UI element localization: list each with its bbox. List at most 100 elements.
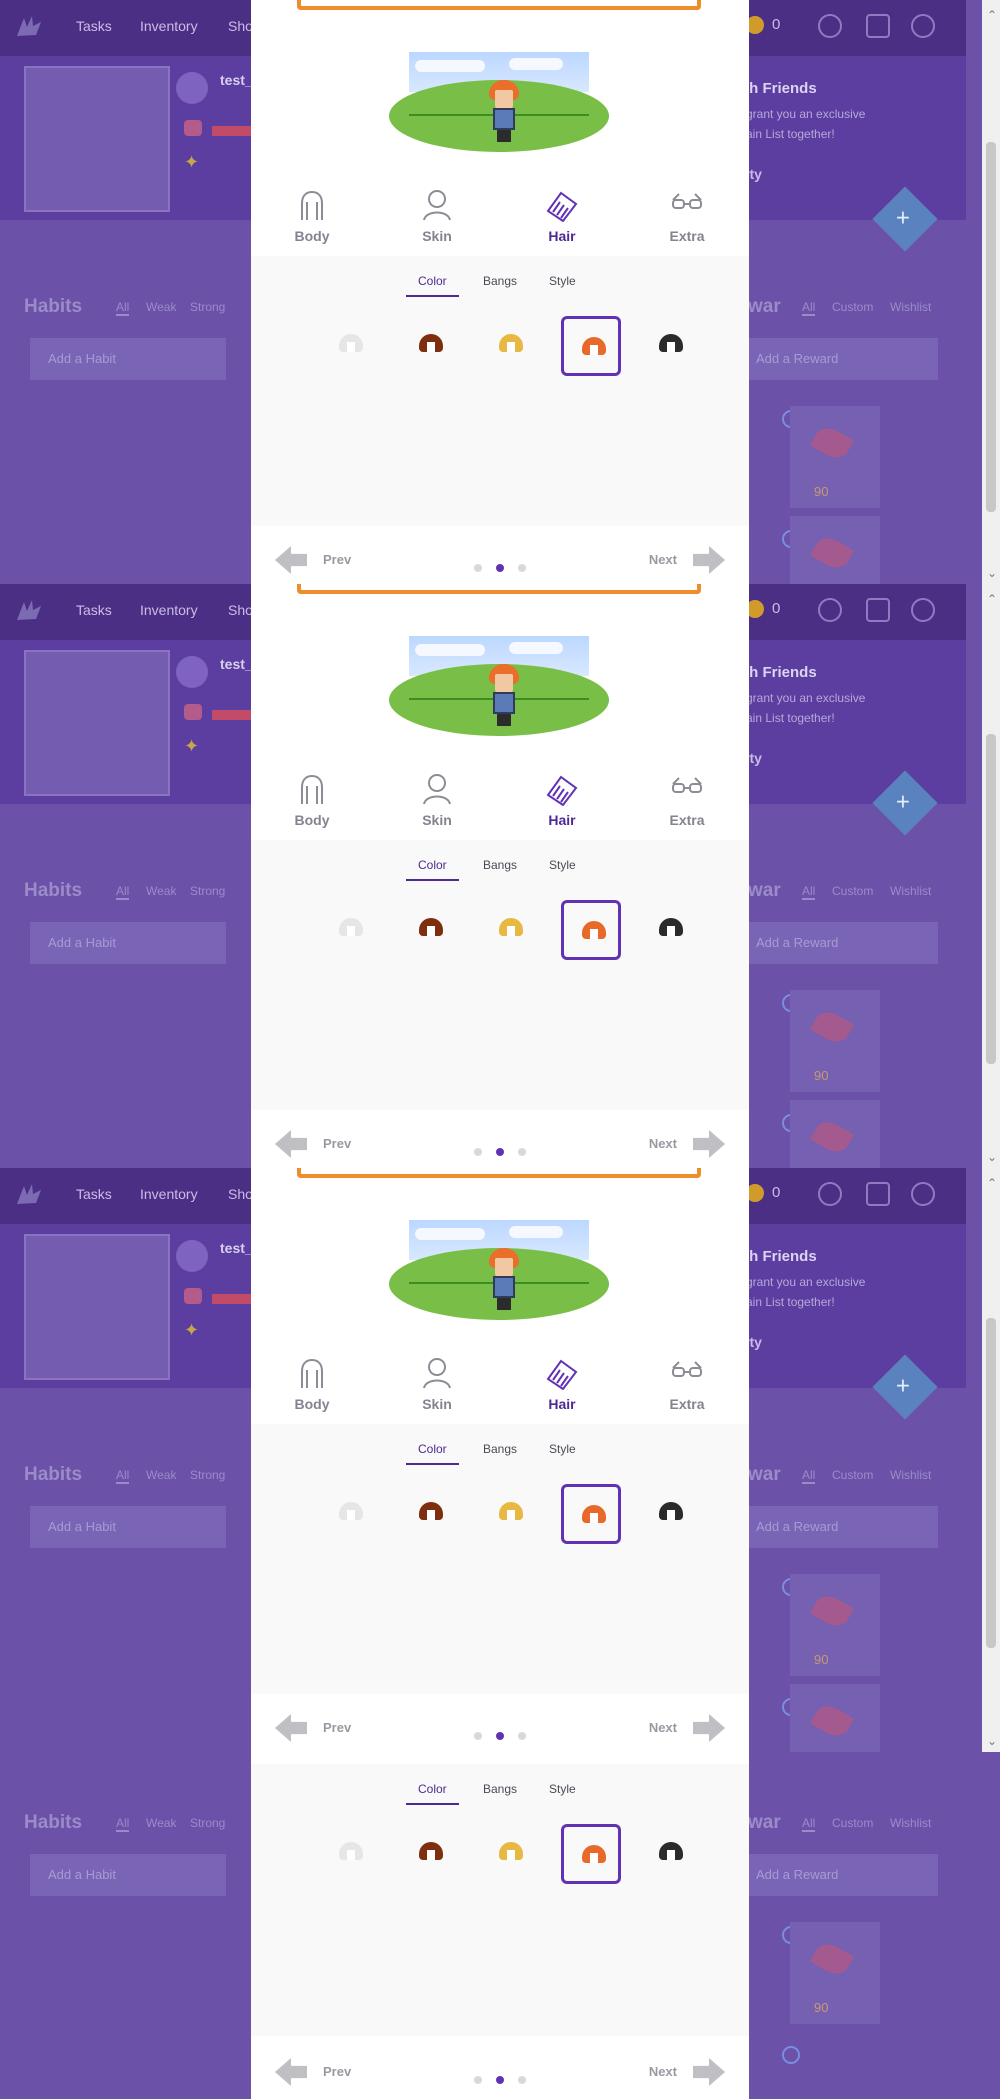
- hair-color-blond[interactable]: [481, 900, 541, 960]
- next-arrow-icon[interactable]: [693, 1130, 725, 1158]
- hair-color-white[interactable]: [321, 1824, 381, 1884]
- habits-filter-all[interactable]: All: [116, 1816, 130, 1832]
- sync-icon[interactable]: [818, 598, 842, 622]
- hair-color-brown[interactable]: [401, 1484, 461, 1544]
- nav-inventory[interactable]: Inventory: [140, 602, 198, 618]
- reward-card[interactable]: 90: [790, 406, 880, 508]
- rewards-filter-custom[interactable]: Custom: [832, 1816, 873, 1830]
- tab-extra[interactable]: Extra: [642, 182, 732, 254]
- hair-color-black[interactable]: [641, 316, 701, 376]
- hair-color-brown[interactable]: [401, 1824, 461, 1884]
- next-arrow-icon[interactable]: [693, 546, 725, 574]
- habits-filter-all[interactable]: All: [116, 884, 130, 900]
- scrollbar-thumb[interactable]: [986, 142, 996, 512]
- hair-color-red[interactable]: [561, 900, 621, 960]
- add-habit-input[interactable]: Add a Habit: [30, 338, 226, 380]
- rewards-filter-wishlist[interactable]: Wishlist: [890, 300, 931, 314]
- rewards-filter-all[interactable]: All: [802, 1816, 816, 1832]
- tab-skin[interactable]: Skin: [392, 1350, 482, 1422]
- next-arrow-icon[interactable]: [693, 1714, 725, 1742]
- hair-color-blond[interactable]: [481, 316, 541, 376]
- scroll-up-icon[interactable]: ⌃: [987, 592, 997, 606]
- rewards-filter-wishlist[interactable]: Wishlist: [890, 884, 931, 898]
- nav-inventory[interactable]: Inventory: [140, 18, 198, 34]
- tab-extra[interactable]: Extra: [642, 1350, 732, 1422]
- prev-button[interactable]: Prev: [323, 552, 351, 567]
- prev-button[interactable]: Prev: [323, 2064, 351, 2079]
- sync-icon[interactable]: [818, 1182, 842, 1206]
- add-habit-input[interactable]: Add a Habit: [30, 1506, 226, 1548]
- reward-card[interactable]: 90: [790, 1574, 880, 1676]
- subtab-style[interactable]: Style: [549, 1442, 576, 1456]
- hair-color-red[interactable]: [561, 1824, 621, 1884]
- habits-filter-strong[interactable]: Strong: [190, 1468, 225, 1482]
- prev-button[interactable]: Prev: [323, 1136, 351, 1151]
- reward-card[interactable]: 90: [790, 1100, 880, 1168]
- sync-icon[interactable]: [818, 14, 842, 38]
- habits-filter-weak[interactable]: Weak: [146, 884, 176, 898]
- next-button[interactable]: Next: [649, 1720, 677, 1735]
- tab-skin[interactable]: Skin: [392, 766, 482, 838]
- habitica-logo-icon[interactable]: [14, 1182, 44, 1210]
- hair-color-brown[interactable]: [401, 316, 461, 376]
- add-reward-input[interactable]: Add a Reward: [742, 338, 938, 380]
- next-button[interactable]: Next: [649, 1136, 677, 1151]
- rewards-filter-all[interactable]: All: [802, 884, 816, 900]
- tab-body[interactable]: Body: [267, 1350, 357, 1422]
- rewards-filter-custom[interactable]: Custom: [832, 300, 873, 314]
- habits-filter-weak[interactable]: Weak: [146, 1468, 176, 1482]
- nav-tasks[interactable]: Tasks: [76, 602, 112, 618]
- subtab-bangs[interactable]: Bangs: [483, 274, 517, 288]
- reward-card[interactable]: 90: [790, 990, 880, 1092]
- next-button[interactable]: Next: [649, 552, 677, 567]
- nav-shop[interactable]: Sho: [228, 1186, 253, 1202]
- add-habit-input[interactable]: Add a Habit: [30, 922, 226, 964]
- subtab-style[interactable]: Style: [549, 1782, 576, 1796]
- habits-filter-all[interactable]: All: [116, 300, 130, 316]
- subtab-style[interactable]: Style: [549, 274, 576, 288]
- messages-icon[interactable]: [866, 1182, 890, 1206]
- rewards-filter-custom[interactable]: Custom: [832, 884, 873, 898]
- habits-filter-weak[interactable]: Weak: [146, 1816, 176, 1830]
- tab-extra[interactable]: Extra: [642, 766, 732, 838]
- rewards-filter-wishlist[interactable]: Wishlist: [890, 1816, 931, 1830]
- add-habit-input[interactable]: Add a Habit: [30, 1854, 226, 1896]
- prev-arrow-icon[interactable]: [275, 1714, 307, 1742]
- messages-icon[interactable]: [866, 14, 890, 38]
- scroll-down-icon[interactable]: ⌄: [987, 566, 997, 580]
- subtab-color[interactable]: Color: [406, 858, 459, 881]
- scrollbar-thumb[interactable]: [986, 1318, 996, 1648]
- nav-tasks[interactable]: Tasks: [76, 1186, 112, 1202]
- subtab-bangs[interactable]: Bangs: [483, 1442, 517, 1456]
- prev-arrow-icon[interactable]: [275, 1130, 307, 1158]
- prev-arrow-icon[interactable]: [275, 546, 307, 574]
- nav-shop[interactable]: Sho: [228, 18, 253, 34]
- scroll-up-icon[interactable]: ⌃: [987, 8, 997, 22]
- subtab-color[interactable]: Color: [406, 274, 459, 297]
- avatar-box[interactable]: [24, 650, 170, 796]
- hair-color-white[interactable]: [321, 1484, 381, 1544]
- habits-filter-strong[interactable]: Strong: [190, 884, 225, 898]
- nav-inventory[interactable]: Inventory: [140, 1186, 198, 1202]
- hair-color-brown[interactable]: [401, 900, 461, 960]
- user-icon[interactable]: [911, 14, 935, 38]
- reward-card[interactable]: 90: [790, 1922, 880, 2024]
- habits-filter-all[interactable]: All: [116, 1468, 130, 1484]
- next-button[interactable]: Next: [649, 2064, 677, 2079]
- reward-card[interactable]: 90: [790, 1684, 880, 1752]
- avatar-box[interactable]: [24, 66, 170, 212]
- rewards-filter-all[interactable]: All: [802, 300, 816, 316]
- hair-color-blond[interactable]: [481, 1484, 541, 1544]
- user-icon[interactable]: [911, 598, 935, 622]
- subtab-bangs[interactable]: Bangs: [483, 1782, 517, 1796]
- scroll-down-icon[interactable]: ⌄: [987, 1734, 997, 1748]
- rewards-filter-custom[interactable]: Custom: [832, 1468, 873, 1482]
- hair-color-black[interactable]: [641, 1824, 701, 1884]
- subtab-color[interactable]: Color: [406, 1442, 459, 1465]
- rewards-filter-wishlist[interactable]: Wishlist: [890, 1468, 931, 1482]
- hair-color-red[interactable]: [561, 1484, 621, 1544]
- messages-icon[interactable]: [866, 598, 890, 622]
- user-icon[interactable]: [911, 1182, 935, 1206]
- habits-filter-strong[interactable]: Strong: [190, 300, 225, 314]
- habitica-logo-icon[interactable]: [14, 14, 44, 42]
